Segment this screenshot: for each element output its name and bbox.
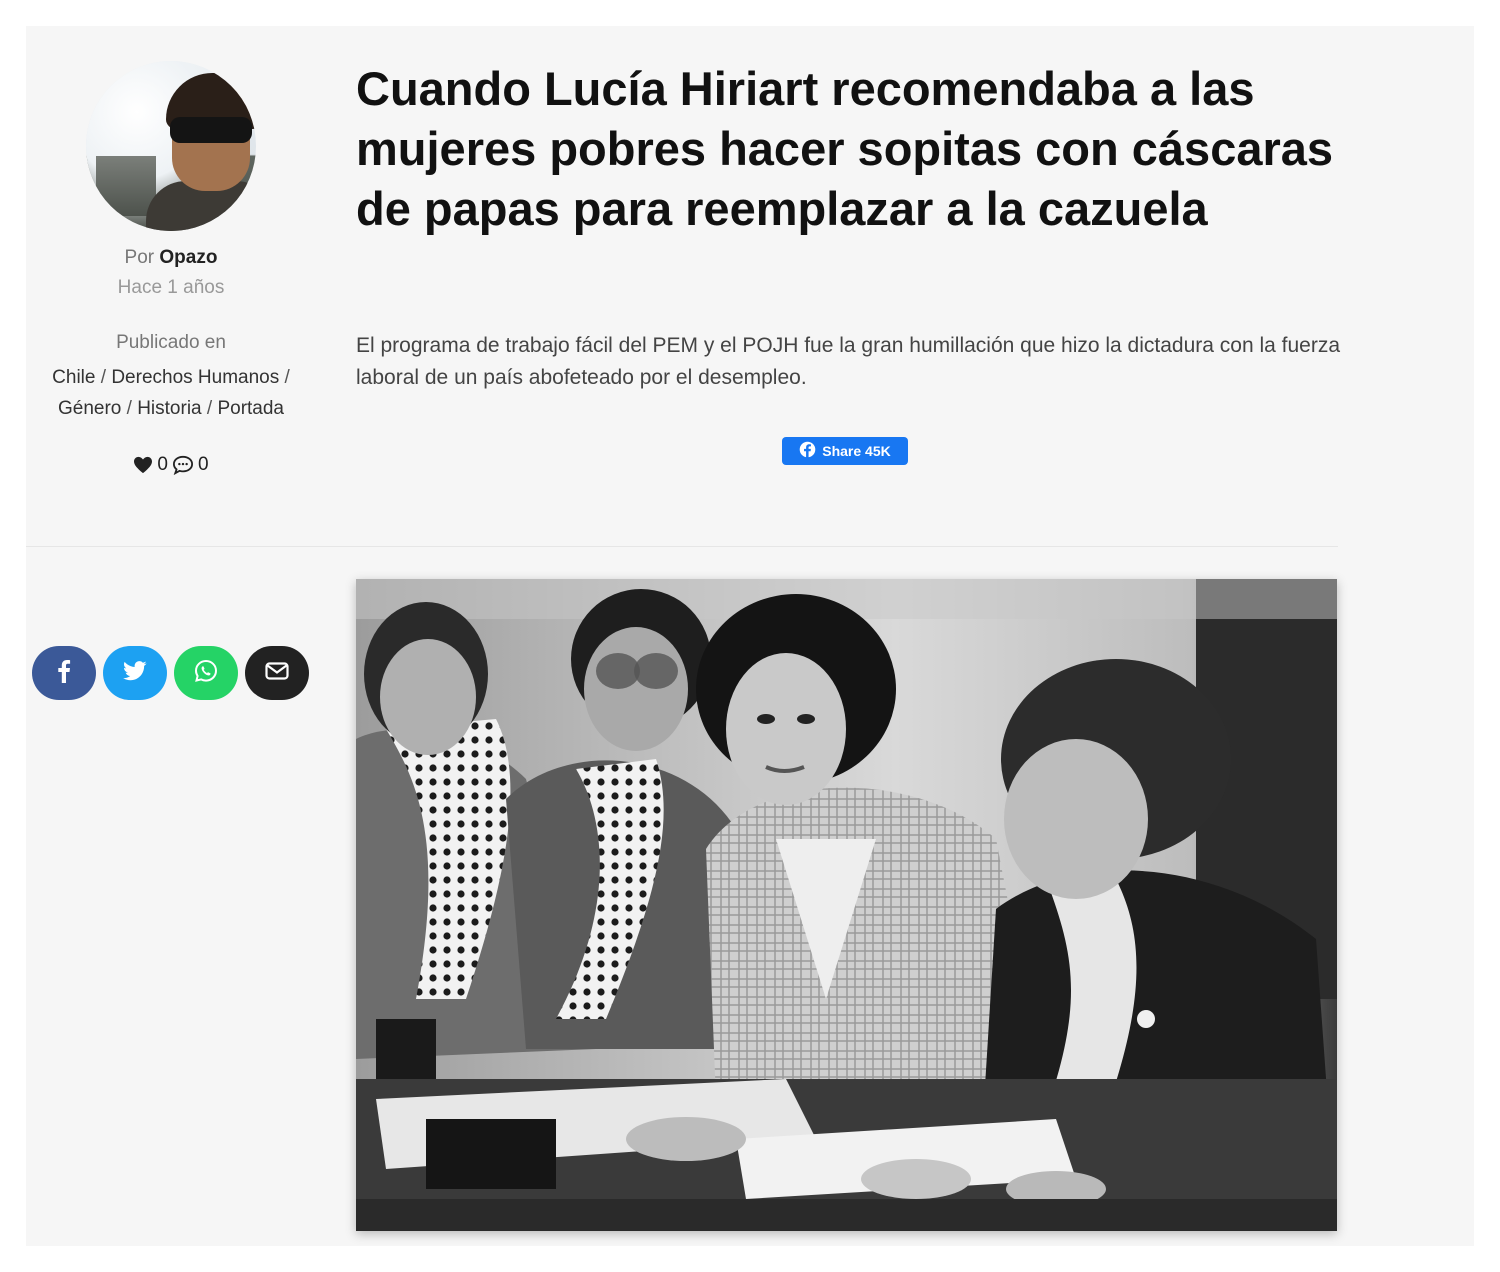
category-separator: / [95, 367, 112, 388]
engagement-counts: 0 0 [26, 454, 316, 476]
article-title: Cuando Lucía Hiriart recomendaba a las m… [356, 62, 1334, 235]
category-separator: / [201, 398, 218, 419]
category-link-chile[interactable]: Chile [52, 367, 95, 388]
section-divider [26, 546, 1338, 547]
twitter-icon [123, 660, 147, 686]
comment-icon[interactable] [172, 455, 194, 475]
facebook-icon [57, 659, 71, 688]
facebook-share-label: Share 45K [822, 443, 891, 459]
by-label: Por [124, 247, 155, 268]
heart-icon[interactable] [133, 456, 153, 474]
share-email-button[interactable] [245, 646, 309, 700]
article-subtitle: El programa de trabajo fácil del PEM y e… [356, 334, 1341, 389]
social-share-buttons [32, 646, 309, 700]
email-icon [265, 661, 289, 685]
category-link-portada[interactable]: Portada [217, 398, 284, 419]
publish-time: Hace 1 años [117, 277, 225, 298]
category-separator: / [279, 367, 290, 388]
category-separator: / [121, 398, 138, 419]
category-link-genero[interactable]: Género [58, 398, 121, 419]
article-panel: Por Opazo Hace 1 años Publicado en Chile… [26, 26, 1474, 1246]
share-facebook-button[interactable] [32, 646, 96, 700]
comments-count: 0 [198, 454, 209, 475]
author-avatar[interactable] [86, 61, 256, 231]
author-name[interactable]: Opazo [159, 247, 217, 268]
article-featured-image [356, 579, 1337, 1231]
whatsapp-icon [194, 659, 218, 688]
facebook-share-button[interactable]: Share 45K [782, 437, 908, 465]
category-link-historia[interactable]: Historia [137, 398, 201, 419]
share-twitter-button[interactable] [103, 646, 167, 700]
author-byline: Por Opazo [26, 247, 316, 269]
likes-count: 0 [157, 454, 168, 475]
article-meta-sidebar: Por Opazo Hace 1 años Publicado en Chile… [26, 61, 316, 476]
share-whatsapp-button[interactable] [174, 646, 238, 700]
category-link-derechos-humanos[interactable]: Derechos Humanos [111, 367, 279, 388]
facebook-icon [799, 441, 816, 461]
published-in-label: Publicado en [116, 332, 226, 353]
category-list: Chile / Derechos Humanos / Género / Hist… [26, 362, 316, 424]
